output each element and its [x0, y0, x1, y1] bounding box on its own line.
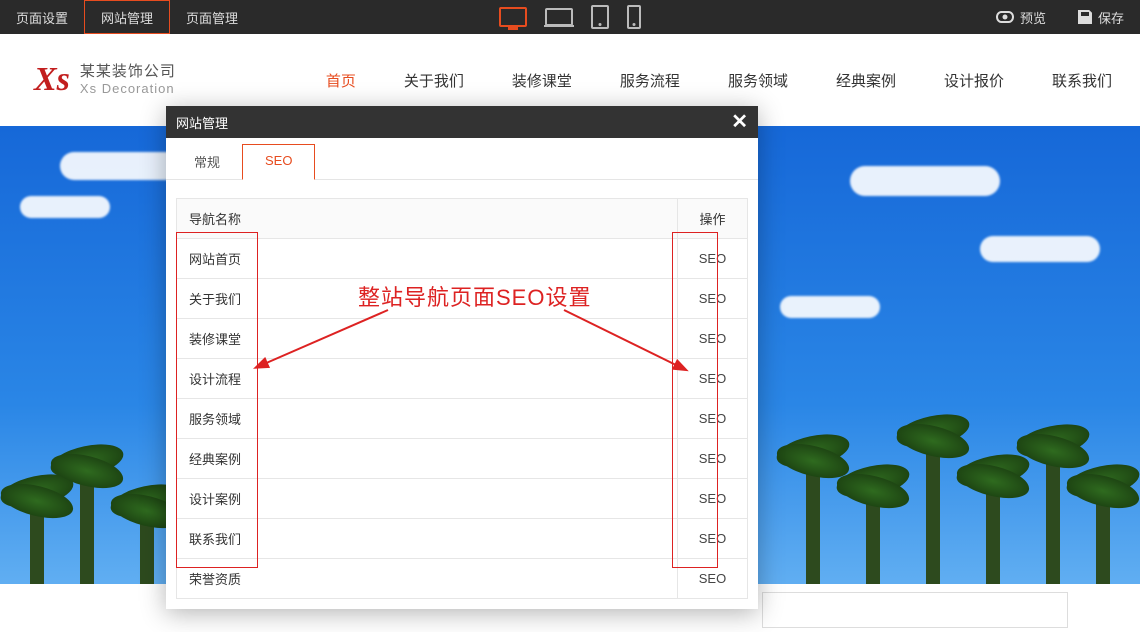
topbar-site-admin[interactable]: 网站管理	[84, 0, 170, 34]
nav-name-cell: 荣誉资质	[177, 559, 678, 599]
nav-name-cell: 服务领域	[177, 399, 678, 439]
nav-process[interactable]: 服务流程	[620, 70, 680, 91]
table-row: 服务领域SEO	[177, 399, 748, 439]
device-switcher	[499, 0, 641, 34]
table-row: 经典案例SEO	[177, 439, 748, 479]
seo-link[interactable]: SEO	[678, 359, 748, 399]
table-row: 设计案例SEO	[177, 479, 748, 519]
col-nav-name: 导航名称	[177, 199, 678, 239]
nav-class[interactable]: 装修课堂	[512, 70, 572, 91]
preview-label: 预览	[1020, 8, 1046, 27]
eye-icon	[996, 11, 1014, 23]
tab-general[interactable]: 常规	[172, 144, 242, 179]
table-row: 设计流程SEO	[177, 359, 748, 399]
topbar-page-admin[interactable]: 页面管理	[170, 0, 254, 34]
seo-link[interactable]: SEO	[678, 279, 748, 319]
nav-name-cell: 网站首页	[177, 239, 678, 279]
tab-seo[interactable]: SEO	[242, 144, 315, 180]
nav-name-cell: 联系我们	[177, 519, 678, 559]
table-row: 荣誉资质SEO	[177, 559, 748, 599]
seo-table: 导航名称 操作 网站首页SEO关于我们SEO装修课堂SEO设计流程SEO服务领域…	[176, 198, 748, 599]
seo-link[interactable]: SEO	[678, 439, 748, 479]
preview-button[interactable]: 预览	[980, 0, 1062, 34]
table-row: 装修课堂SEO	[177, 319, 748, 359]
seo-link[interactable]: SEO	[678, 319, 748, 359]
seo-link[interactable]: SEO	[678, 399, 748, 439]
tablet-icon[interactable]	[591, 5, 609, 29]
content-placeholder-box	[762, 592, 1068, 628]
table-row: 关于我们SEO	[177, 279, 748, 319]
app-topbar: 页面设置 网站管理 页面管理 预览 保存	[0, 0, 1140, 34]
save-icon	[1078, 10, 1092, 24]
site-logo[interactable]: Xs 某某装饰公司 Xs Decoration	[34, 61, 176, 99]
laptop-icon[interactable]	[545, 8, 573, 26]
nav-name-cell: 关于我们	[177, 279, 678, 319]
nav-contact[interactable]: 联系我们	[1052, 70, 1112, 91]
nav-home[interactable]: 首页	[326, 70, 356, 91]
main-nav: 首页 关于我们 装修课堂 服务流程 服务领域 经典案例 设计报价 联系我们	[326, 70, 1112, 91]
save-button[interactable]: 保存	[1062, 0, 1140, 34]
modal-tabs: 常规 SEO	[166, 138, 758, 180]
seo-link[interactable]: SEO	[678, 519, 748, 559]
nav-name-cell: 装修课堂	[177, 319, 678, 359]
nav-cases[interactable]: 经典案例	[836, 70, 896, 91]
phone-icon[interactable]	[627, 5, 641, 29]
desktop-icon[interactable]	[499, 7, 527, 27]
nav-quote[interactable]: 设计报价	[944, 70, 1004, 91]
nav-field[interactable]: 服务领域	[728, 70, 788, 91]
nav-name-cell: 经典案例	[177, 439, 678, 479]
table-row: 网站首页SEO	[177, 239, 748, 279]
logo-cn: 某某装饰公司	[80, 63, 176, 81]
modal-title: 网站管理	[176, 113, 228, 132]
seo-link[interactable]: SEO	[678, 479, 748, 519]
site-admin-modal: 网站管理 ✕ 常规 SEO 导航名称 操作 网站首页SEO关于我们SEO装修课堂…	[166, 106, 758, 609]
nav-about[interactable]: 关于我们	[404, 70, 464, 91]
save-label: 保存	[1098, 8, 1124, 27]
seo-link[interactable]: SEO	[678, 239, 748, 279]
close-icon[interactable]: ✕	[731, 112, 748, 132]
nav-name-cell: 设计案例	[177, 479, 678, 519]
logo-en: Xs Decoration	[80, 81, 176, 97]
col-operation: 操作	[678, 199, 748, 239]
table-row: 联系我们SEO	[177, 519, 748, 559]
modal-header: 网站管理 ✕	[166, 106, 758, 138]
logo-mark: Xs	[34, 61, 70, 99]
topbar-page-settings[interactable]: 页面设置	[0, 0, 84, 34]
nav-name-cell: 设计流程	[177, 359, 678, 399]
seo-link[interactable]: SEO	[678, 559, 748, 599]
